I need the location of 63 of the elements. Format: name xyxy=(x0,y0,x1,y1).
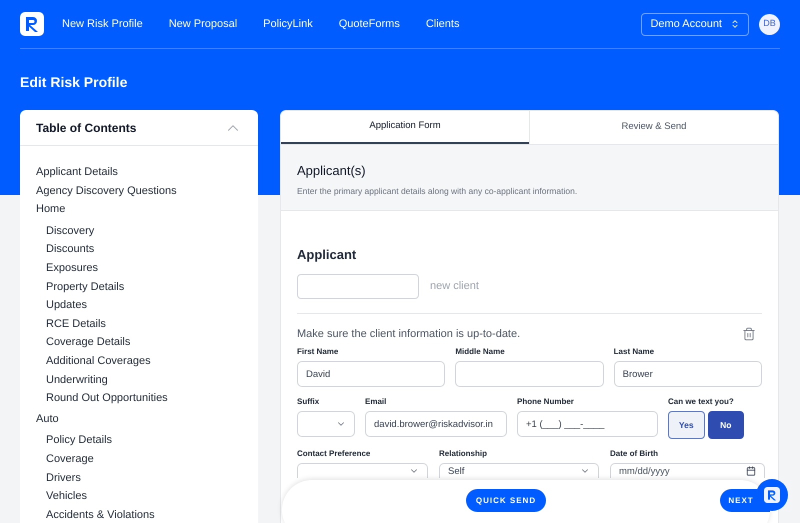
field-label: Email xyxy=(365,397,388,407)
text-field[interactable] xyxy=(455,361,604,387)
nav-link[interactable]: Clients xyxy=(426,16,460,32)
toc-link[interactable]: Round Out Opportunities xyxy=(36,389,242,408)
applicant-heading: Applicant xyxy=(297,246,358,264)
page-title: Edit Risk Profile xyxy=(20,73,128,92)
text-field[interactable]: david.brower@riskadvisor.in xyxy=(365,411,507,437)
toc-link[interactable]: Exposures xyxy=(36,258,242,278)
toc-link[interactable]: Updates xyxy=(36,296,242,315)
calendar-icon xyxy=(746,466,756,476)
toc-title: Table of Contents xyxy=(36,120,136,136)
toc-link[interactable]: Agency Discovery Questions xyxy=(36,182,242,200)
nav-link[interactable]: New Risk Profile xyxy=(62,16,143,32)
account-dropdown[interactable]: Demo Account xyxy=(641,12,749,36)
nav-link[interactable]: PolicyLink xyxy=(263,16,313,32)
date-field[interactable]: mm/dd/yyyy xyxy=(610,463,765,478)
field-label: Phone Number xyxy=(517,397,575,407)
toggle-option[interactable]: Yes xyxy=(668,411,704,439)
client-search-field[interactable] xyxy=(297,274,419,298)
quick-send-button[interactable]: QUICK SEND xyxy=(466,489,546,512)
toc-link[interactable]: RCE Details xyxy=(36,314,242,334)
toc-link[interactable]: Additional Coverages xyxy=(36,352,242,371)
avatar[interactable]: DB xyxy=(759,14,780,34)
field-label: Date of Birth xyxy=(610,449,659,459)
field-label: Middle Name xyxy=(455,347,506,357)
toc-link[interactable]: Discovery xyxy=(36,222,242,240)
toggle-option[interactable]: No xyxy=(708,411,744,439)
field-label: Suffix xyxy=(297,397,320,407)
toc-link[interactable]: Coverage xyxy=(36,450,242,468)
field-label: Can we text you? xyxy=(668,397,735,407)
text-field[interactable]: Brower xyxy=(614,361,762,387)
select-field[interactable] xyxy=(297,463,428,478)
logo-icon[interactable] xyxy=(20,12,44,36)
toc-link[interactable]: Applicant Details xyxy=(36,163,242,182)
toc-link[interactable]: Coverage Details xyxy=(36,333,242,352)
toc-link[interactable]: Accidents & Violations xyxy=(36,506,242,523)
field-label: Last Name xyxy=(614,347,656,357)
section-subtitle: Enter the primary applicant details along with any co-applicant information. xyxy=(297,184,578,198)
toc-link[interactable]: Policy Details xyxy=(36,431,242,450)
field-label: First Name xyxy=(297,347,340,357)
logo-icon[interactable] xyxy=(764,487,780,503)
text-field[interactable]: David xyxy=(297,361,446,387)
toc-link[interactable]: Drivers xyxy=(36,468,242,488)
section-title: Applicant(s) xyxy=(297,162,367,180)
select-field[interactable] xyxy=(297,411,355,437)
nav-link[interactable]: QuoteForms xyxy=(338,16,400,32)
field-label: Relationship xyxy=(439,449,488,459)
chevron-up-down-icon xyxy=(730,19,740,29)
select-field[interactable]: Self xyxy=(439,463,599,478)
hint-text: new client xyxy=(430,278,479,294)
toc-link[interactable]: Underwriting xyxy=(36,370,242,390)
nav-link[interactable]: New Proposal xyxy=(168,16,238,32)
tab[interactable]: Review & Send xyxy=(529,111,778,144)
toc-link[interactable]: Discounts xyxy=(36,240,242,259)
toc-link[interactable]: Property Details xyxy=(36,278,242,296)
toc-link[interactable]: Vehicles xyxy=(36,487,242,506)
trash-icon[interactable] xyxy=(742,326,756,341)
help-button[interactable] xyxy=(756,479,788,511)
toc-link[interactable]: Home xyxy=(36,200,242,219)
notice-text: Make sure the client information is up-to-date. xyxy=(297,326,520,342)
field-label: Contact Preference xyxy=(297,449,372,459)
text-field[interactable]: +1 (___) ___-____ xyxy=(517,411,658,437)
toc-link[interactable]: Auto xyxy=(36,410,242,428)
